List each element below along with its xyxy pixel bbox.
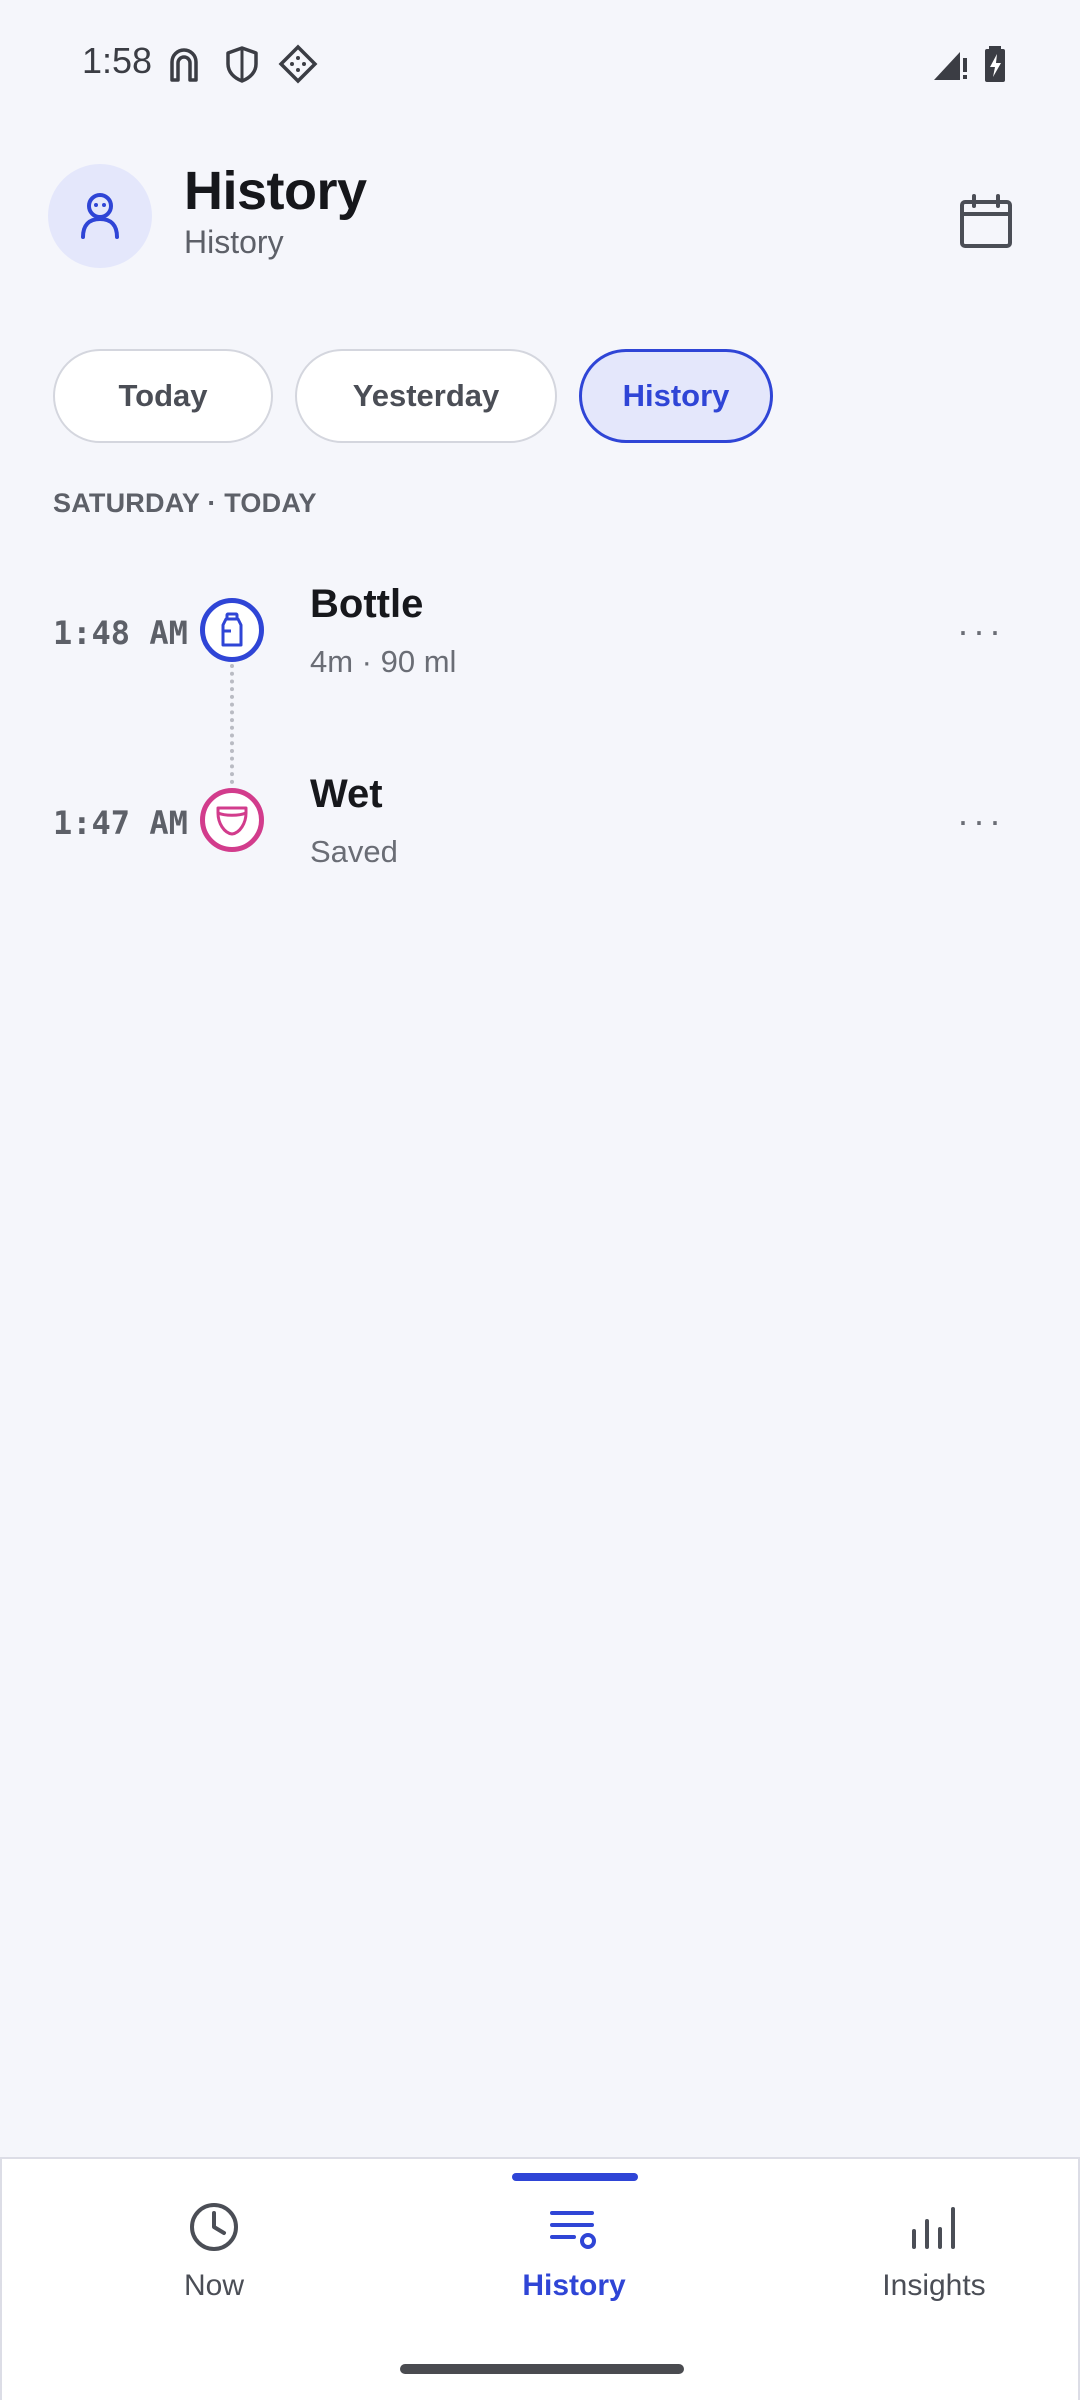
section-header: SATURDAY · TODAY (53, 488, 317, 518)
page-title: History (184, 161, 367, 221)
home-indicator[interactable] (400, 2364, 684, 2374)
baby-avatar-icon[interactable] (48, 164, 152, 268)
shield-icon (222, 44, 262, 84)
battery-charging-icon (975, 44, 1015, 84)
bottle-icon (200, 598, 264, 662)
status-time: 1:58 (82, 40, 153, 81)
nav-label: Insights (882, 2269, 986, 2302)
clock-icon (190, 2203, 238, 2251)
bar-chart-icon (912, 2207, 955, 2249)
nav-insights[interactable]: Insights (834, 2199, 1034, 2329)
entry-time: 1:48 AM (53, 614, 188, 652)
page-subtitle: History (184, 224, 284, 260)
entry-title: Wet (310, 772, 383, 816)
active-tab-indicator (512, 2173, 638, 2181)
header: History History (0, 160, 1080, 280)
more-options-button[interactable]: ··· (946, 606, 1016, 656)
calendar-icon (960, 194, 1012, 248)
timeline-entry-wet[interactable]: 1:47 AM Wet Saved ··· (0, 770, 1080, 910)
calendar-button[interactable] (946, 182, 1026, 262)
entry-detail: 4m · 90 ml (310, 644, 457, 679)
nav-history[interactable]: History (474, 2199, 674, 2329)
timeline-entry-bottle[interactable]: 1:48 AM Bottle 4m · 90 ml ··· (0, 580, 1080, 720)
nav-now[interactable]: Now (114, 2199, 314, 2329)
notification-arch-icon (164, 44, 204, 84)
yesterday-chip[interactable]: Yesterday (295, 349, 557, 443)
nav-label: History (522, 2269, 626, 2302)
entry-detail: Saved (310, 834, 398, 869)
history-list-icon (550, 2211, 596, 2249)
bottom-navigation: Now History Insights (0, 2157, 1080, 2400)
signal-icon (930, 44, 970, 84)
today-chip[interactable]: Today (53, 349, 273, 443)
entry-title: Bottle (310, 582, 424, 626)
diaper-icon (200, 788, 264, 852)
nav-label: Now (183, 2269, 244, 2302)
history-screen: 1:58 History History Today Yesterday His… (0, 0, 1080, 2400)
more-options-button[interactable]: ··· (946, 796, 1016, 846)
status-bar: 1:58 (0, 0, 1080, 128)
history-chip[interactable]: History (579, 349, 773, 443)
entry-time: 1:47 AM (53, 804, 188, 842)
diamond-dots-icon (278, 44, 318, 84)
